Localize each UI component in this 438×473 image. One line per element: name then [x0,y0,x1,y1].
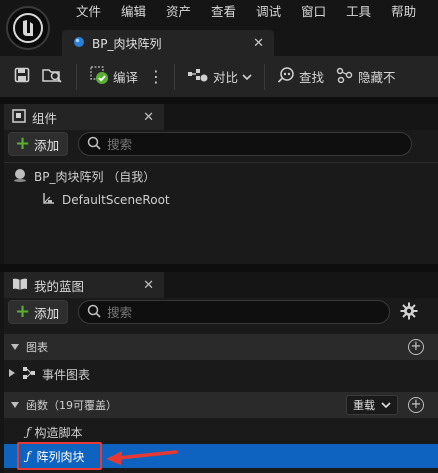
annotation-arrow-icon [106,450,178,465]
blueprint-search-input[interactable] [107,304,308,320]
override-dropdown[interactable]: 重载 [346,395,398,415]
diff-label: 对比 [213,70,239,85]
my-blueprint-panel-tab[interactable]: 我的蓝图 ✕ [4,272,164,298]
document-tab[interactable]: BP_肉块阵列 ✕ [62,30,274,56]
find-icon [277,66,295,87]
compile-button[interactable]: 编译 [83,56,144,98]
collapse-arrow-icon [10,341,20,354]
components-panel: + 添加 BP_肉块阵列 （自我） DefaultSceneRoot [4,130,438,264]
graphs-section-header[interactable]: 图表 + [4,334,438,360]
expand-arrow-icon [8,367,16,381]
functions-section-header[interactable]: 函数（19可覆盖） 重载 + [4,392,438,418]
hide-unrelated-label: 隐藏不 [358,70,396,85]
override-label: 重载 [353,399,375,412]
scene-root-icon [40,191,56,210]
diff-icon [187,67,209,86]
functions-section-label: 函数（19可覆盖） [26,399,117,412]
blueprint-class-icon [72,35,86,52]
component-tree-root[interactable]: BP_肉块阵列 （自我） [12,164,155,188]
function-icon: ƒ [26,425,31,439]
unreal-logo-icon[interactable] [6,6,50,50]
toolbar: 编译 ⋮ 对比 查找 隐藏不 [0,56,438,98]
components-search[interactable] [78,132,413,156]
components-search-input[interactable] [107,136,308,152]
main-menu: 文件 编辑 资产 查看 调试 窗口 工具 帮助 [66,0,426,24]
panel-gap [0,264,438,272]
add-function-icon[interactable]: + [408,397,424,413]
function-item-label: 构造脚本 [34,425,83,440]
menu-asset[interactable]: 资产 [156,0,201,24]
compile-options-button[interactable]: ⋮ [144,56,168,98]
close-icon[interactable]: ✕ [143,110,154,125]
save-button[interactable] [0,56,36,98]
search-icon [87,304,101,321]
actor-sphere-icon [12,167,28,186]
search-icon [87,136,101,153]
toolbar-divider [76,63,77,90]
function-item-construction-script[interactable]: ƒ 构造脚本 [26,420,82,444]
save-icon [14,67,30,86]
plus-icon: + [15,301,31,322]
event-graph-icon [22,366,36,383]
component-tree-root-label: BP_肉块阵列 （自我） [34,169,156,184]
find-button[interactable]: 查找 [271,56,330,98]
graphs-section-label: 图表 [26,341,48,354]
components-icon [12,108,26,126]
gear-icon[interactable] [400,302,418,323]
add-component-label: 添加 [34,137,60,153]
chevron-down-icon [381,399,391,412]
browse-button[interactable] [36,56,70,98]
toolbar-divider [174,63,176,90]
blueprint-search[interactable] [78,300,391,324]
toolbar-divider [264,63,266,90]
folder-search-icon [42,67,64,86]
components-panel-title: 组件 [32,110,58,126]
hide-unrelated-icon [336,67,354,86]
component-tree-item-label: DefaultSceneRoot [62,193,170,207]
compile-label: 编译 [113,70,139,85]
menu-edit[interactable]: 编辑 [111,0,156,24]
add-component-button[interactable]: + 添加 [8,132,69,156]
close-icon[interactable]: ✕ [143,278,154,293]
book-icon [12,277,28,294]
menu-debug[interactable]: 调试 [246,0,291,24]
add-blueprint-item-button[interactable]: + 添加 [8,300,69,324]
close-icon[interactable]: ✕ [253,36,264,51]
find-label: 查找 [299,70,325,85]
menu-help[interactable]: 帮助 [381,0,426,24]
menu-window[interactable]: 窗口 [291,0,336,24]
event-graph-item[interactable]: 事件图表 [8,362,90,386]
menu-tools[interactable]: 工具 [336,0,381,24]
hide-unrelated-button[interactable]: 隐藏不 [330,56,402,98]
components-panel-tab[interactable]: 组件 ✕ [4,104,164,130]
plus-icon: + [15,133,31,154]
annotation-highlight-box [17,442,102,470]
chevron-down-icon [242,69,252,84]
kebab-menu-icon: ⋮ [148,67,165,86]
event-graph-label: 事件图表 [42,367,91,382]
component-tree-item[interactable]: DefaultSceneRoot [40,188,170,212]
diff-button[interactable]: 对比 [181,56,258,98]
my-blueprint-panel-title: 我的蓝图 [34,278,85,294]
menu-file[interactable]: 文件 [66,0,111,24]
menu-view[interactable]: 查看 [201,0,246,24]
menu-bar: 文件 编辑 资产 查看 调试 窗口 工具 帮助 BP_肉块阵列 ✕ [0,0,438,56]
collapse-arrow-icon [10,399,20,412]
document-tab-title: BP_肉块阵列 [92,36,162,51]
compile-success-icon [89,65,109,88]
add-blueprint-item-label: 添加 [34,305,60,321]
add-graph-icon[interactable]: + [408,339,424,355]
divider [4,162,438,163]
